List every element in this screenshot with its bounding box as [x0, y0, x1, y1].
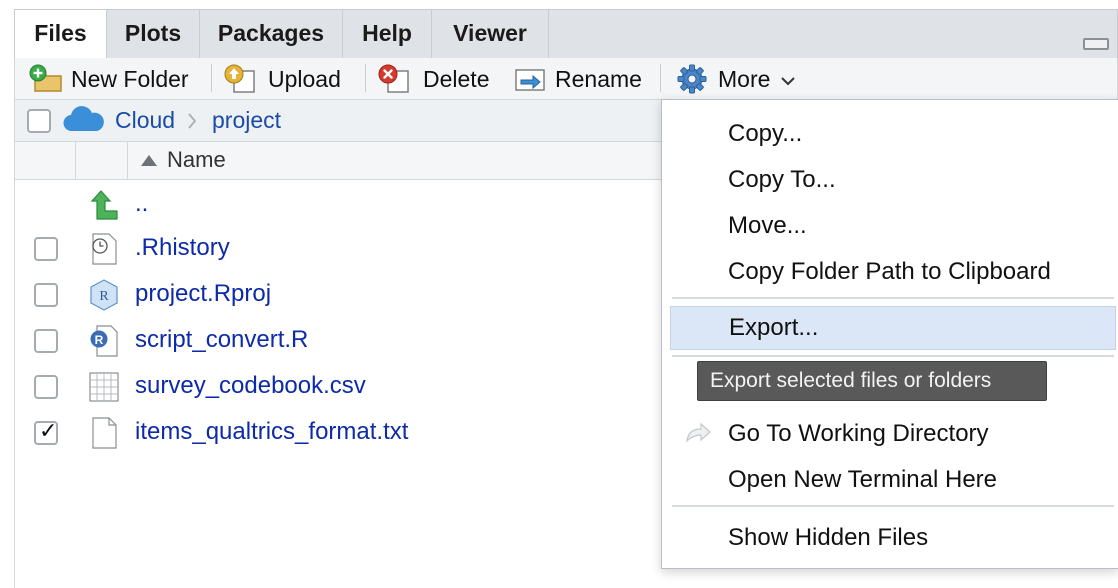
cloud-icon: [63, 106, 104, 132]
export-tooltip: Export selected files or folders: [697, 361, 1047, 401]
list-item[interactable]: R project.Rproj: [15, 272, 665, 318]
breadcrumb-project[interactable]: project: [212, 107, 281, 134]
toolbar-divider: [211, 64, 212, 92]
menu-divider: [672, 297, 1114, 299]
r-script-icon: R: [90, 325, 118, 357]
delete-label: Delete: [423, 65, 490, 92]
file-checkbox[interactable]: [34, 237, 58, 261]
select-all-checkbox[interactable]: [27, 109, 51, 133]
history-file-icon: [92, 233, 117, 265]
list-item[interactable]: ..: [15, 182, 665, 228]
parent-folder-icon: [90, 190, 118, 220]
toolbar-divider: [365, 64, 366, 92]
new-folder-label: New Folder: [71, 65, 189, 92]
menu-item-label: Copy Folder Path to Clipboard: [728, 258, 1051, 285]
breadcrumb-cloud[interactable]: Cloud: [115, 107, 175, 134]
menu-item-label: Move...: [728, 212, 807, 239]
pane-tab-bar: Files Plots Packages Help Viewer: [14, 9, 1118, 61]
menu-item-label: Copy To...: [728, 166, 836, 193]
delete-icon: [378, 64, 409, 93]
file-checkbox[interactable]: ✓: [34, 418, 58, 445]
svg-text:R: R: [99, 289, 109, 304]
name-column-header[interactable]: Name: [139, 147, 226, 173]
rename-button[interactable]: Rename: [513, 63, 642, 95]
new-folder-button[interactable]: New Folder: [29, 63, 189, 95]
column-divider: [127, 142, 128, 179]
delete-button[interactable]: Delete: [377, 63, 489, 95]
file-checkbox[interactable]: [34, 329, 58, 353]
menu-item-export[interactable]: Export...: [670, 306, 1116, 350]
files-toolbar: New Folder Upload Delete Rename More: [14, 58, 1118, 100]
list-item[interactable]: survey_codebook.csv: [15, 364, 665, 410]
file-checkbox[interactable]: [34, 283, 58, 307]
menu-item-label: Copy...: [728, 120, 803, 147]
menu-item-label: Open New Terminal Here: [728, 466, 998, 493]
checkmark-icon: ✓: [39, 418, 58, 443]
upload-button[interactable]: Upload: [223, 63, 341, 95]
more-dropdown-menu: Copy... Copy To... Move... Copy Folder P…: [661, 99, 1118, 569]
more-button[interactable]: More: [676, 63, 798, 95]
toolbar-divider: [660, 64, 661, 92]
menu-item-copy-to[interactable]: Copy To...: [662, 158, 1118, 202]
file-name-link[interactable]: project.Rproj: [135, 280, 271, 308]
menu-item-go-to-working-directory[interactable]: Go To Working Directory: [662, 412, 1118, 456]
new-folder-icon: [29, 64, 62, 92]
more-label: More: [718, 65, 771, 92]
menu-item-copy-folder-path[interactable]: Copy Folder Path to Clipboard: [662, 250, 1118, 294]
list-item[interactable]: ✓ items_qualtrics_format.txt: [15, 410, 665, 456]
sort-ascending-icon: [141, 155, 157, 166]
tab-viewer[interactable]: Viewer: [432, 10, 549, 60]
upload-label: Upload: [268, 65, 341, 92]
menu-item-open-new-terminal[interactable]: Open New Terminal Here: [662, 458, 1118, 502]
file-name-link[interactable]: survey_codebook.csv: [135, 372, 366, 400]
text-file-icon: [92, 417, 117, 449]
menu-divider: [672, 355, 1114, 357]
column-divider: [75, 142, 76, 179]
upload-icon: [224, 64, 255, 93]
rproj-file-icon: R: [90, 279, 118, 311]
minimize-pane-button[interactable]: [1083, 38, 1109, 50]
name-column-label: Name: [167, 147, 226, 172]
file-name-link[interactable]: items_qualtrics_format.txt: [135, 418, 408, 446]
rename-label: Rename: [555, 65, 642, 92]
menu-item-label: Export...: [729, 314, 819, 341]
rename-icon: [515, 69, 545, 91]
menu-item-copy[interactable]: Copy...: [662, 112, 1118, 156]
tab-help[interactable]: Help: [343, 10, 432, 60]
gear-icon: [677, 64, 707, 94]
redirect-arrow-icon: [686, 422, 711, 443]
list-item[interactable]: .Rhistory: [15, 226, 665, 272]
file-checkbox[interactable]: [34, 375, 58, 399]
menu-item-show-hidden-files[interactable]: Show Hidden Files: [662, 516, 1118, 560]
menu-item-label: Show Hidden Files: [728, 524, 929, 551]
file-name-link[interactable]: ..: [135, 190, 148, 218]
chevron-down-icon: [781, 77, 796, 86]
menu-divider: [672, 505, 1114, 507]
menu-item-label: Go To Working Directory: [728, 420, 989, 447]
chevron-right-icon: [188, 113, 197, 129]
file-name-link[interactable]: script_convert.R: [135, 326, 308, 354]
tab-files[interactable]: Files: [15, 10, 107, 61]
svg-text:R: R: [95, 333, 104, 347]
file-name-link[interactable]: .Rhistory: [135, 234, 230, 262]
tab-packages[interactable]: Packages: [200, 10, 343, 60]
csv-file-icon: [89, 372, 119, 402]
menu-item-move[interactable]: Move...: [662, 204, 1118, 248]
tab-plots[interactable]: Plots: [107, 10, 200, 60]
list-item[interactable]: R script_convert.R: [15, 318, 665, 364]
